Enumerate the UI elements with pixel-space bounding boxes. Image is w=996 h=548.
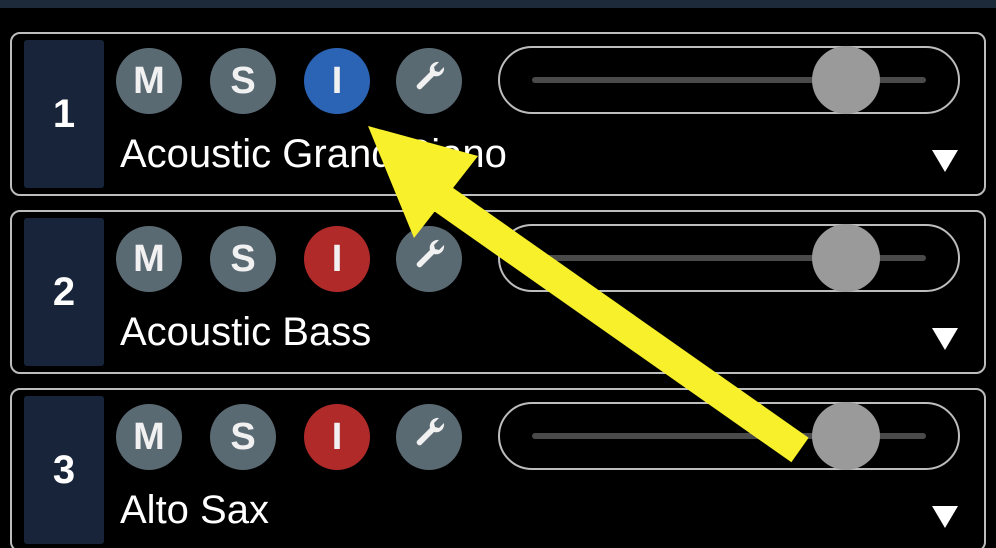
- volume-slider-thumb[interactable]: [812, 224, 880, 292]
- input-button[interactable]: I: [304, 226, 370, 292]
- track-row-1: 1 M S I Acoustic Grand Piano: [10, 32, 986, 196]
- track-number: 2: [24, 218, 104, 366]
- instrument-name: Acoustic Grand Piano: [120, 132, 507, 176]
- input-button[interactable]: I: [304, 404, 370, 470]
- instrument-dropdown-icon[interactable]: [932, 150, 958, 172]
- volume-slider-thumb[interactable]: [812, 46, 880, 114]
- header-strip: [0, 0, 996, 8]
- track-number: 1: [24, 40, 104, 188]
- wrench-icon: [409, 56, 449, 106]
- wrench-icon: [409, 234, 449, 284]
- mute-button[interactable]: M: [116, 404, 182, 470]
- track-settings-button[interactable]: [396, 226, 462, 292]
- wrench-icon: [409, 412, 449, 462]
- track-row-3: 3 M S I Alto Sax: [10, 388, 986, 548]
- input-button[interactable]: I: [304, 48, 370, 114]
- volume-slider[interactable]: [498, 224, 960, 292]
- volume-slider-thumb[interactable]: [812, 402, 880, 470]
- mute-button[interactable]: M: [116, 48, 182, 114]
- track-settings-button[interactable]: [396, 48, 462, 114]
- instrument-dropdown-icon[interactable]: [932, 506, 958, 528]
- solo-button[interactable]: S: [210, 48, 276, 114]
- instrument-dropdown-icon[interactable]: [932, 328, 958, 350]
- solo-button[interactable]: S: [210, 404, 276, 470]
- instrument-name: Alto Sax: [120, 488, 269, 532]
- mute-button[interactable]: M: [116, 226, 182, 292]
- track-number: 3: [24, 396, 104, 544]
- track-settings-button[interactable]: [396, 404, 462, 470]
- solo-button[interactable]: S: [210, 226, 276, 292]
- track-list-panel: 1 M S I Acoustic Grand Piano 2 M S I Aco…: [0, 0, 996, 548]
- volume-slider[interactable]: [498, 46, 960, 114]
- track-row-2: 2 M S I Acoustic Bass: [10, 210, 986, 374]
- instrument-name: Acoustic Bass: [120, 310, 372, 354]
- volume-slider[interactable]: [498, 402, 960, 470]
